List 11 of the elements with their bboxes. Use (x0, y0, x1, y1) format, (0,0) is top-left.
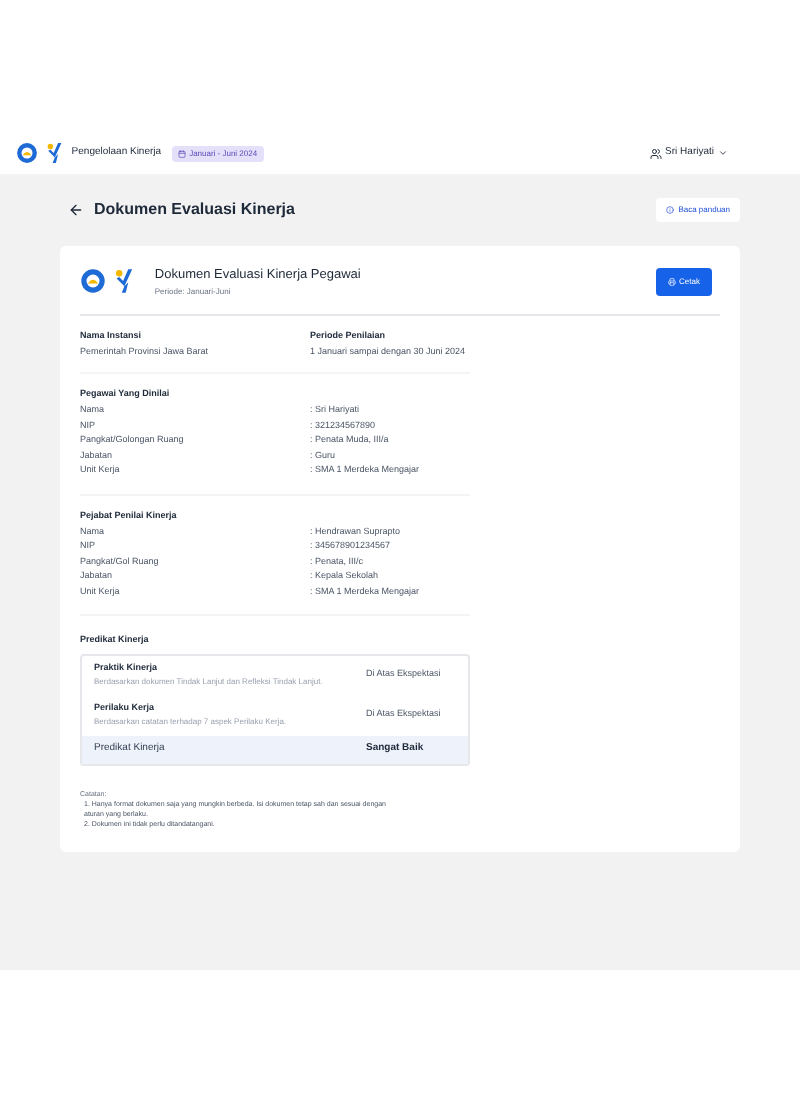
page-title: Dokumen Evaluasi Kinerja (94, 198, 295, 222)
calendar-icon (177, 149, 186, 157)
printer-icon (667, 277, 676, 286)
logo-icon (114, 268, 135, 295)
back-arrow-icon[interactable] (68, 202, 84, 218)
emblem-icon (80, 268, 106, 295)
info-icon (666, 206, 675, 214)
logo-icon (46, 142, 64, 164)
chevron-down-icon (718, 148, 728, 158)
emblem-icon (16, 142, 38, 164)
users-icon (649, 147, 662, 159)
